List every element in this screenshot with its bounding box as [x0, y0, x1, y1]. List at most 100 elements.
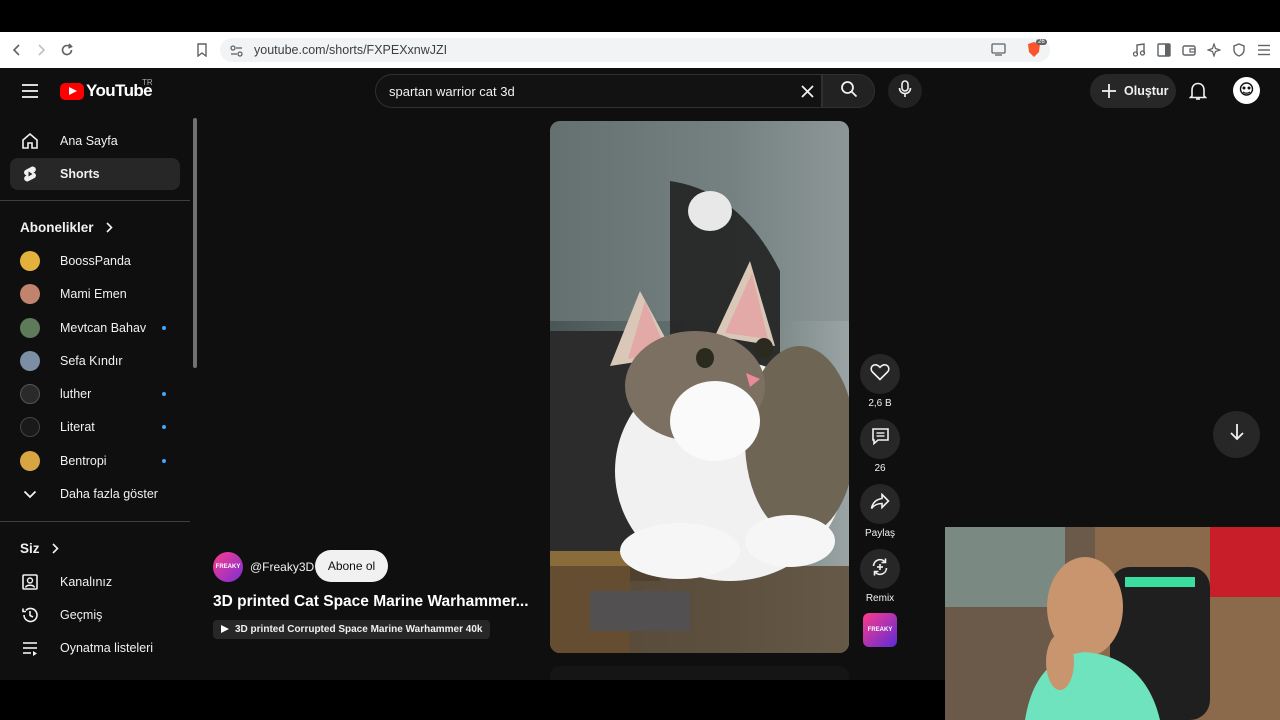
bookmark-icon[interactable] — [193, 32, 211, 68]
subscription-label: Literat — [60, 420, 95, 434]
short-video-player[interactable] — [550, 121, 849, 653]
chevron-down-icon — [20, 484, 40, 504]
media-icon[interactable] — [1130, 32, 1148, 68]
site-settings-icon[interactable] — [230, 44, 243, 62]
share-label: Paylaş — [864, 528, 895, 539]
sidebar-item-history[interactable]: Geçmiş — [10, 599, 180, 631]
subscription-label: Bentropi — [60, 454, 107, 468]
new-content-dot — [162, 326, 166, 330]
clear-search-icon[interactable] — [800, 84, 815, 104]
browser-toolbar: youtube.com/shorts/FXPEXxnwJZI 26 — [0, 32, 1280, 68]
subscription-item[interactable]: Bentropi — [10, 445, 180, 477]
chevron-right-icon — [105, 221, 113, 236]
hamburger-menu-icon[interactable] — [20, 82, 40, 100]
subscribe-button[interactable]: Abone ol — [315, 550, 388, 582]
subscriptions-header[interactable]: Abonelikler — [20, 220, 113, 236]
subscription-item[interactable]: Mevtcan Bahav — [10, 312, 180, 344]
channel-handle[interactable]: @Freaky3D — [250, 560, 314, 574]
channel-avatar — [20, 417, 40, 437]
channel-avatar — [20, 384, 40, 404]
subscription-item[interactable]: luther — [10, 378, 180, 410]
channel-avatar — [20, 251, 40, 271]
comment-count: 26 — [874, 463, 886, 474]
subscription-item[interactable]: Literat — [10, 411, 180, 443]
channel-avatar — [20, 318, 40, 338]
account-avatar[interactable] — [1233, 77, 1260, 104]
audio-source-thumbnail[interactable]: FREAKY — [863, 613, 897, 647]
subscriptions-title: Abonelikler — [20, 220, 94, 235]
microphone-icon — [898, 79, 912, 103]
related-video-chip[interactable]: 3D printed Corrupted Space Marine Warham… — [213, 620, 491, 639]
screen-top-bar — [0, 0, 1280, 32]
voice-search-button[interactable] — [888, 74, 922, 108]
notifications-bell-icon[interactable] — [1188, 81, 1208, 106]
chevron-right-icon — [51, 542, 59, 557]
sidebar-item-label: Shorts — [60, 167, 100, 181]
vpn-icon[interactable] — [1230, 32, 1248, 68]
comment-icon — [871, 427, 890, 451]
search-query: spartan warrior cat 3d — [389, 84, 515, 99]
short-title[interactable]: 3D printed Cat Space Marine Warhammer... — [213, 593, 529, 611]
sidebar-item-label: Ana Sayfa — [60, 134, 118, 148]
search-icon — [840, 80, 858, 103]
subscription-item[interactable]: Sefa Kındır — [10, 345, 180, 377]
new-content-dot — [162, 425, 166, 429]
browser-menu-icon[interactable] — [1255, 32, 1273, 68]
share-icon — [870, 492, 890, 515]
you-header[interactable]: Siz — [20, 541, 59, 557]
search-button[interactable] — [822, 74, 875, 108]
like-count: 2,6 B — [868, 398, 892, 409]
show-more-button[interactable]: Daha fazla göster — [10, 478, 180, 510]
cast-icon[interactable] — [991, 43, 1006, 61]
sidebar: Ana Sayfa Shorts Abonelikler BoossPanda … — [0, 114, 200, 680]
remix-icon — [870, 557, 890, 582]
comments-button[interactable] — [860, 419, 900, 459]
remix-button[interactable] — [860, 549, 900, 589]
subscription-label: Mevtcan Bahav — [60, 321, 147, 335]
youtube-logo[interactable]: YouTube — [60, 81, 153, 101]
channel-avatar — [20, 284, 40, 304]
channel-avatar[interactable]: FREAKY — [213, 552, 243, 582]
subscribe-label: Abone ol — [327, 559, 376, 573]
sidebar-item-shorts[interactable]: Shorts — [10, 158, 180, 190]
search-input[interactable]: spartan warrior cat 3d — [375, 74, 822, 108]
show-more-label: Daha fazla göster — [60, 487, 158, 501]
new-content-dot — [162, 392, 166, 396]
channel-avatar — [20, 351, 40, 371]
back-icon[interactable] — [8, 32, 26, 68]
subscription-label: BoossPanda — [60, 254, 131, 268]
play-icon — [221, 625, 229, 633]
you-title: Siz — [20, 541, 40, 556]
sidebar-scrollbar[interactable] — [193, 118, 197, 368]
youtube-play-icon — [60, 82, 84, 100]
sidebar-item-home[interactable]: Ana Sayfa — [10, 125, 180, 157]
audio-thumb-text: FREAKY — [867, 627, 893, 633]
next-short-button[interactable] — [1213, 411, 1260, 458]
sidebar-toggle-icon[interactable] — [1155, 32, 1173, 68]
leo-ai-icon[interactable] — [1205, 32, 1223, 68]
next-short-preview[interactable] — [550, 666, 849, 680]
subscription-item[interactable]: BoossPanda — [10, 245, 180, 277]
heart-icon — [870, 363, 890, 386]
sidebar-item-your-channel[interactable]: Kanalınız — [10, 566, 180, 598]
youtube-header: YouTube TR spartan warrior cat 3d Oluştu… — [0, 68, 1280, 114]
share-button[interactable] — [860, 484, 900, 524]
forward-icon[interactable] — [32, 32, 50, 68]
subscription-item[interactable]: Mami Emen — [10, 278, 180, 310]
sidebar-item-label: Geçmiş — [60, 608, 103, 622]
home-icon — [20, 131, 40, 151]
subscription-label: luther — [60, 387, 92, 401]
url-text: youtube.com/shorts/FXPEXxnwJZI — [254, 43, 448, 57]
sidebar-item-label: Kanalınız — [60, 575, 113, 589]
create-button[interactable]: Oluştur — [1090, 74, 1176, 108]
new-content-dot — [162, 459, 166, 463]
create-label: Oluştur — [1124, 84, 1169, 98]
sidebar-divider — [0, 521, 190, 522]
reload-icon[interactable] — [57, 32, 77, 68]
plus-icon — [1101, 83, 1117, 102]
sidebar-item-playlists[interactable]: Oynatma listeleri — [10, 632, 180, 664]
wallet-icon[interactable] — [1180, 32, 1198, 68]
like-button[interactable] — [860, 354, 900, 394]
subscription-label: Sefa Kındır — [60, 354, 123, 368]
address-bar[interactable]: youtube.com/shorts/FXPEXxnwJZI 26 — [220, 38, 1050, 62]
